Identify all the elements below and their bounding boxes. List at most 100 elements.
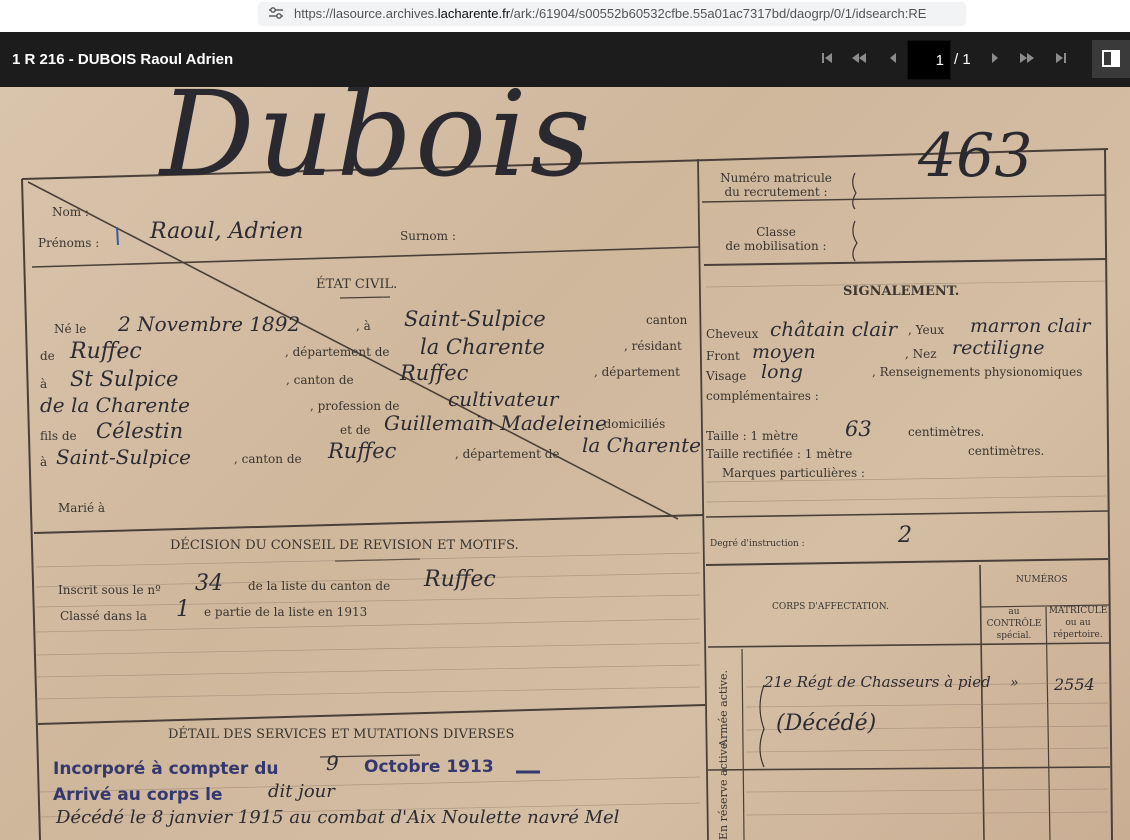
url-text[interactable]: https://lasource.archives.lacharente.fr/… — [294, 6, 962, 21]
next-page-icon[interactable] — [985, 50, 1005, 70]
taille-label: Taille : 1 mètre — [706, 429, 799, 443]
nom-label: Nom : — [52, 205, 89, 219]
front-label: Front — [706, 349, 740, 363]
au-controle-header-3: spécial. — [996, 631, 1032, 641]
a-label-2: à — [40, 377, 48, 391]
surnom-label: Surnom : — [400, 229, 456, 243]
deces-handwritten: Décédé le 8 janvier 1915 au combat d'Aix… — [56, 807, 620, 828]
matricule-header-2: ou au — [1065, 618, 1091, 628]
detail-services-title: DÉTAIL DES SERVICES ET MUTATIONS DIVERSE… — [168, 727, 515, 742]
armee-active-label: Armée active. — [717, 669, 730, 747]
octobre-stamp: Octobre 1913 — [364, 757, 494, 777]
page-number-input[interactable] — [908, 41, 950, 79]
front-handwritten: moyen — [752, 341, 816, 363]
residant-label: , résidant — [624, 339, 682, 353]
canton-de-label: , canton de — [286, 373, 354, 387]
parents-department-handwritten: la Charente — [582, 433, 701, 457]
matricule-header-1: MATRICULE — [1048, 606, 1108, 616]
inscrit-sous-label: Inscrit sous le nº — [58, 583, 161, 597]
decision-title: DÉCISION DU CONSEIL DE REVISION ET MOTIF… — [170, 538, 519, 553]
profession-handwritten: cultivateur — [448, 387, 559, 411]
centimetres-label: centimètres. — [908, 425, 985, 439]
numero-matricule-label: Numéro matricule — [720, 171, 832, 185]
marques-label: Marques particulières : — [722, 466, 865, 480]
de-la-liste-label: de la liste du canton de — [248, 579, 391, 593]
marie-a-label: Marié à — [58, 501, 106, 515]
au-controle-header-1: au — [1008, 607, 1020, 617]
classe-dans-label: Classé dans la — [60, 609, 147, 623]
yeux-label: , Yeux — [908, 323, 945, 337]
cheveux-label: Cheveux — [706, 327, 759, 341]
page-total: / 1 — [954, 51, 971, 68]
centimetres-label-2: centimètres. — [968, 444, 1045, 458]
canton-label: canton — [646, 313, 688, 327]
side-panel-icon — [1102, 50, 1120, 67]
prenoms-label: Prénoms : — [38, 236, 100, 250]
a-label-3: à — [40, 455, 48, 469]
degre-instruction-label: Degré d'instruction : — [710, 539, 805, 549]
inscrit-number-handwritten: 34 — [195, 571, 223, 596]
birth-date-handwritten: 2 Novembre 1892 — [118, 312, 301, 336]
parents-canton-handwritten: Ruffec — [328, 439, 397, 463]
visage-label: Visage — [706, 369, 747, 383]
cheveux-handwritten: châtain clair — [770, 317, 898, 341]
canton-handwritten: Ruffec — [70, 339, 142, 364]
birth-place-handwritten: Saint-Sulpice — [404, 307, 546, 331]
mother-handwritten: Guillemain Madeleine — [384, 411, 607, 435]
classe-label: Classe — [756, 225, 796, 239]
numeros-header: NUMÉROS — [1016, 575, 1068, 585]
corps-handwritten: 21e Régt de Chasseurs à pied — [764, 673, 991, 691]
arrive-handwritten: dit jour — [268, 781, 335, 802]
last-page-icon[interactable] — [1051, 50, 1071, 70]
matricule-number-handwritten: 463 — [918, 121, 1033, 191]
side-panel-toggle-button[interactable] — [1092, 40, 1130, 78]
fast-backward-icon[interactable] — [849, 50, 869, 70]
department-handwritten: la Charente — [420, 335, 545, 359]
visage-handwritten: long — [761, 361, 803, 383]
departement-de-label-2: , département de — [455, 447, 560, 461]
etat-civil-title: ÉTAT CIVIL. — [316, 277, 398, 292]
controle-handwritten: » — [1010, 675, 1019, 691]
au-controle-header-2: CONTRÔLE — [986, 619, 1042, 629]
nez-handwritten: rectiligne — [952, 337, 1045, 359]
degre-handwritten: 2 — [898, 523, 912, 548]
residence-canton-handwritten: Ruffec — [400, 361, 469, 385]
de-mobilisation-label: de mobilisation : — [725, 239, 827, 253]
partie-text: e partie de la liste en 1913 — [204, 605, 368, 619]
ne-le-label: Né le — [54, 322, 87, 336]
complementaires-label: complémentaires : — [706, 389, 819, 403]
incorpore-day-handwritten: 9 — [326, 751, 339, 775]
father-handwritten: Célestin — [96, 419, 184, 443]
page-number-box[interactable] — [907, 40, 951, 80]
departement-de-label: , département de — [285, 345, 390, 359]
parents-place-handwritten: Saint-Sulpice — [56, 445, 191, 469]
decede-handwritten: (Décédé) — [776, 711, 877, 736]
surname-handwritten: Dubois — [160, 87, 594, 203]
previous-page-icon[interactable] — [883, 50, 903, 70]
a-label: , à — [356, 319, 371, 333]
browser-address-bar: https://lasource.archives.lacharente.fr/… — [0, 0, 1130, 32]
taille-rectifiee-label: Taille rectifiée : 1 mètre — [706, 447, 853, 461]
matricule-repertoire-handwritten: 2554 — [1054, 675, 1095, 694]
departement-label: , département — [594, 365, 680, 379]
partie-handwritten: 1 — [176, 597, 190, 622]
et-de-label: et de — [340, 423, 371, 437]
canton-de-label-2: , canton de — [234, 452, 302, 466]
residence-handwritten: St Sulpice — [70, 367, 179, 391]
yeux-handwritten: marron clair — [970, 315, 1091, 337]
matricule-header-3: répertoire. — [1053, 630, 1103, 640]
renseignements-label: , Renseignements physionomiques — [872, 365, 1083, 379]
prenoms-handwritten: Raoul, Adrien — [150, 219, 304, 244]
first-page-icon[interactable] — [817, 50, 837, 70]
nez-label: , Nez — [905, 347, 937, 361]
domicilies-label: , domiciliés — [596, 417, 666, 431]
document-title: 1 R 216 - DUBOIS Raoul Adrien — [12, 51, 234, 68]
fils-de-label: fils de — [40, 429, 77, 443]
site-settings-icon[interactable] — [268, 6, 284, 20]
signalement-title: SIGNALEMENT. — [843, 284, 960, 299]
residence-department-handwritten: de la Charente — [40, 393, 190, 417]
viewer-toolbar: 1 R 216 - DUBOIS Raoul Adrien / 1 — [0, 32, 1130, 87]
reserve-active-label: En réserve active. — [717, 739, 730, 840]
document-scan: Dubois 463 Nom : Prénoms : Raoul, Adrien… — [0, 87, 1130, 840]
fast-forward-icon[interactable] — [1017, 50, 1037, 70]
